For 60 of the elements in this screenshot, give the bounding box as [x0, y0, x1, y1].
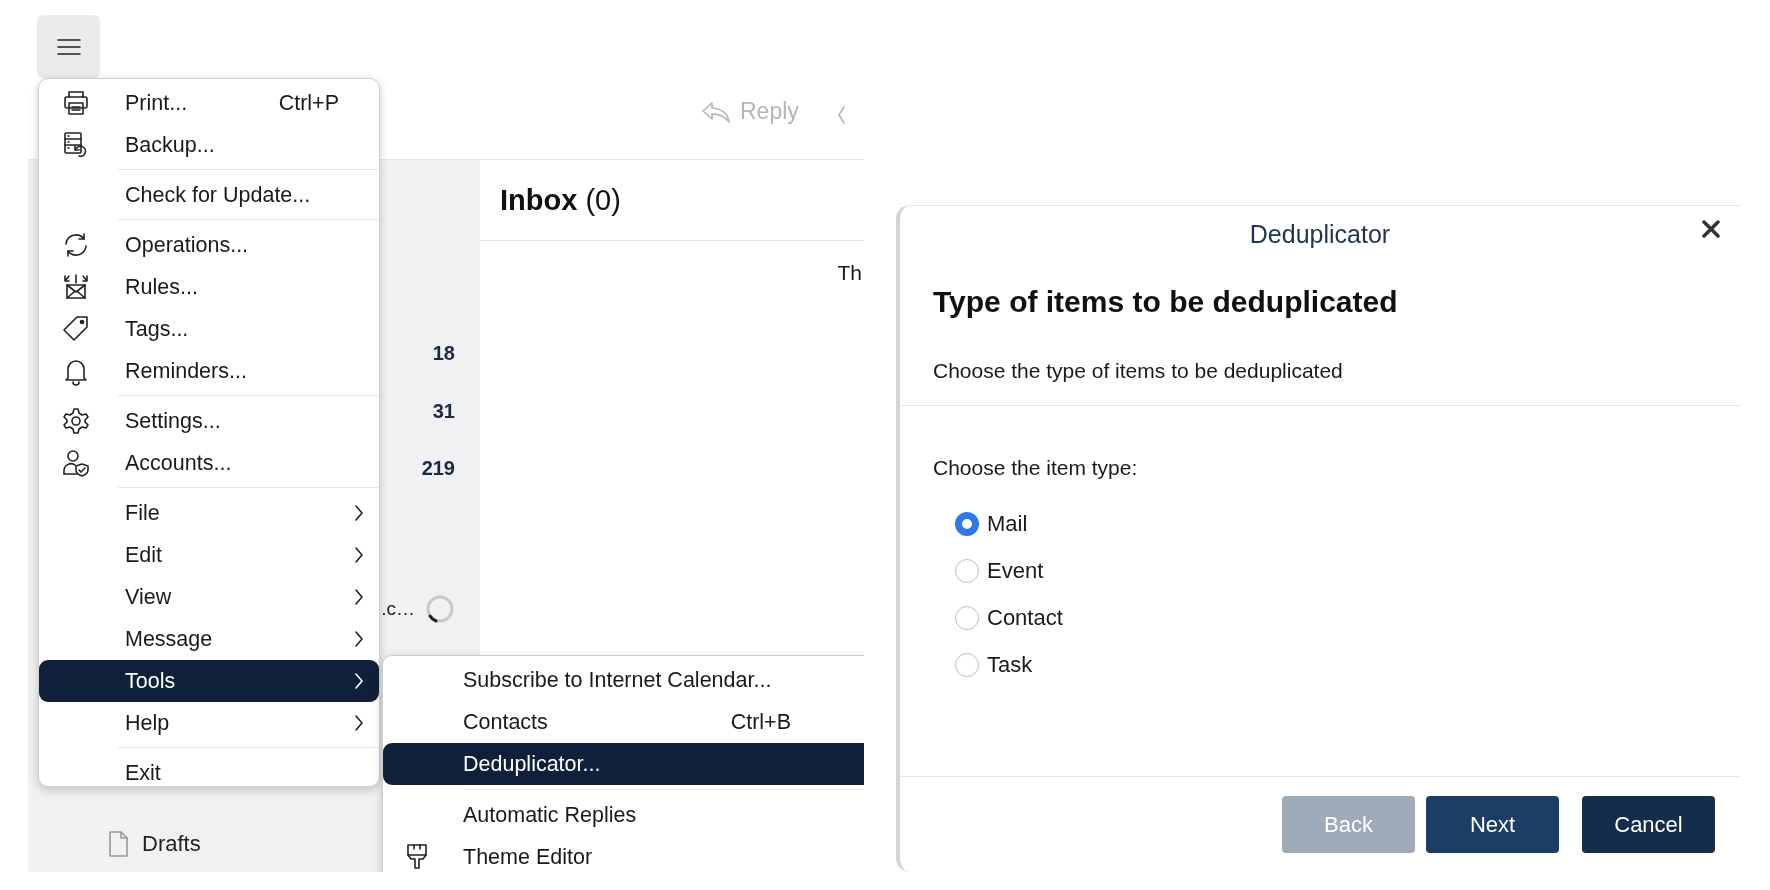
menu-item[interactable]: Settings...: [39, 400, 379, 442]
unread-count: 18: [432, 342, 455, 366]
radio-label[interactable]: Mail: [987, 510, 1028, 537]
unread-count: 219: [421, 456, 455, 480]
chevron-right-icon: [353, 503, 365, 523]
radio-button[interactable]: [955, 511, 979, 536]
menu-item[interactable]: Rules...: [39, 266, 379, 308]
menu-item[interactable]: Edit: [39, 534, 379, 576]
chevron-right-icon: [353, 713, 365, 733]
chevron-right-icon: [353, 545, 365, 565]
dialog-heading: Type of items to be deduplicated: [932, 284, 1399, 319]
radio-button[interactable]: [955, 558, 979, 583]
dialog-description: Choose the type of items to be deduplicated: [900, 319, 1740, 406]
menu-item[interactable]: Message: [39, 618, 379, 660]
tag-icon: [61, 314, 91, 344]
spinner-icon: [425, 593, 455, 624]
radio-label[interactable]: Task: [987, 651, 1033, 678]
radio-button[interactable]: [955, 652, 979, 677]
unread-count: 31: [432, 399, 455, 423]
menu-button[interactable]: [37, 15, 100, 78]
document-icon: [106, 829, 130, 858]
menu-item[interactable]: Automatic Replies: [383, 794, 864, 836]
menu-item[interactable]: Theme Editor: [383, 836, 864, 872]
menu-item[interactable]: Contacts Ctrl+B: [383, 701, 864, 743]
menu-item[interactable]: View: [39, 576, 379, 618]
printer-icon: [61, 88, 91, 118]
envelope-arrows-icon: [61, 272, 91, 302]
shortcut-text: Ctrl+B: [730, 709, 791, 735]
menu-item[interactable]: File: [39, 492, 379, 534]
menu-item[interactable]: Accounts...: [39, 442, 379, 484]
menu-icon: [55, 36, 82, 57]
column-header[interactable]: Th: [837, 261, 862, 285]
menu-item[interactable]: Operations...: [39, 224, 379, 266]
chevron-right-icon: [353, 671, 365, 691]
radio-button[interactable]: [955, 605, 979, 630]
chevron-right-icon: [353, 587, 365, 607]
gear-icon: [61, 406, 91, 436]
dialog-title: Deduplicator: [1249, 219, 1391, 249]
menu-item[interactable]: Tags...: [39, 308, 379, 350]
person-shield-icon: [61, 448, 91, 478]
dialog-button[interactable]: Next: [1426, 796, 1559, 853]
list-title: Inbox (0): [500, 183, 621, 217]
menu-item[interactable]: Help: [39, 702, 379, 744]
radio-label[interactable]: Event: [987, 557, 1044, 584]
shortcut-text: Ctrl+P: [278, 90, 339, 116]
radio-label[interactable]: Contact: [987, 604, 1063, 631]
dialog-button[interactable]: Cancel: [1582, 796, 1715, 853]
close-icon: [1702, 220, 1720, 238]
menu-item[interactable]: Deduplicator...: [383, 743, 864, 785]
menu-item[interactable]: Tools: [39, 660, 379, 702]
menu-item[interactable]: Subscribe to Internet Calendar...: [383, 659, 864, 701]
field-label: Choose the item type:: [933, 456, 1139, 480]
menu-item[interactable]: Print... Ctrl+P: [39, 82, 379, 124]
menu-item[interactable]: Backup...: [39, 124, 379, 166]
menu-item[interactable]: Reminders...: [39, 350, 379, 392]
folder-name[interactable]: .c…: [381, 597, 415, 620]
menu-item[interactable]: Check for Update...: [39, 174, 379, 216]
chevron-right-icon: [353, 629, 365, 649]
menu-item[interactable]: Exit: [39, 752, 379, 794]
folder-name[interactable]: Drafts: [142, 830, 201, 857]
